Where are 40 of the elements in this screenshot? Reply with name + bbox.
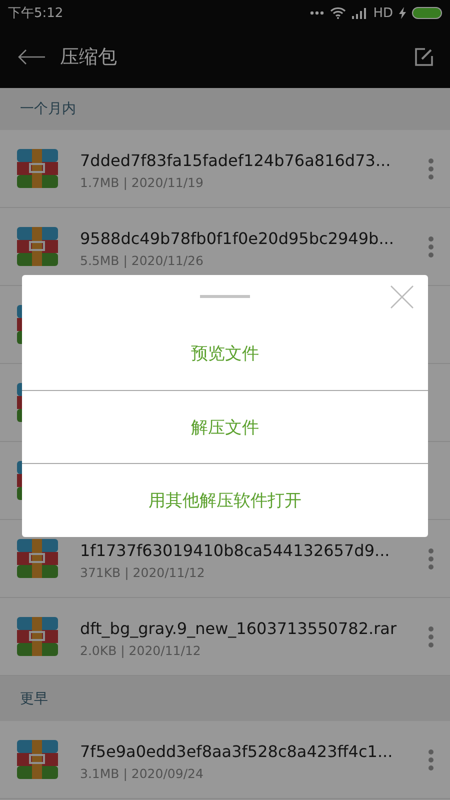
- archive-icon: [17, 149, 58, 188]
- more-icon[interactable]: [428, 748, 434, 770]
- dialog-option[interactable]: 解压文件: [22, 390, 428, 464]
- section-title: 一个月内: [20, 100, 76, 118]
- archive-icon: [17, 227, 58, 266]
- file-row[interactable]: 7f5e9a0edd3ef8aa3f528c8a423ff4c1... 3.1MB | 2020/09/24: [0, 721, 450, 799]
- wifi-icon: [330, 7, 346, 19]
- archive-icon: [17, 617, 58, 656]
- file-name: 7f5e9a0edd3ef8aa3f528c8a423ff4c1...: [80, 742, 394, 761]
- drag-handle[interactable]: [200, 295, 250, 298]
- section-title: 更早: [20, 690, 48, 708]
- file-name: 7dded7f83fa15fadef124b76a816d73...: [80, 151, 392, 170]
- file-name: 1f1737f63019410b8ca544132657d9...: [80, 541, 391, 560]
- more-icon[interactable]: [428, 158, 434, 180]
- back-button[interactable]: [18, 49, 46, 65]
- edit-button[interactable]: [414, 47, 434, 67]
- file-row[interactable]: dft_bg_gray.9_new_1603713550782.rar 2.0KB | 2020/11/12: [0, 598, 450, 676]
- page-title: 压缩包: [60, 45, 118, 70]
- file-name: 9588dc49b78fb0f1f0e20d95bc2949b...: [80, 229, 395, 248]
- more-icon[interactable]: [428, 626, 434, 648]
- file-meta: 3.1MB | 2020/09/24: [80, 766, 204, 781]
- dots-icon: [310, 11, 324, 15]
- file-row[interactable]: 7dded7f83fa15fadef124b76a816d73... 1.7MB | 2020/11/19: [0, 130, 450, 208]
- dialog-option[interactable]: 用其他解压软件打开: [22, 463, 428, 538]
- file-meta: 371KB | 2020/11/12: [80, 565, 206, 580]
- signal-icon: [352, 8, 368, 18]
- bolt-icon: [399, 7, 406, 19]
- archive-icon: [17, 539, 58, 578]
- archive-icon: [17, 740, 58, 779]
- battery-icon: [412, 7, 442, 19]
- status-time: 下午5:12: [8, 5, 64, 22]
- file-meta: 2.0KB | 2020/11/12: [80, 643, 202, 658]
- more-icon[interactable]: [428, 548, 434, 570]
- dialog-option[interactable]: 预览文件: [22, 317, 428, 390]
- file-name: dft_bg_gray.9_new_1603713550782.rar: [80, 619, 398, 638]
- network-label: HD: [373, 6, 393, 20]
- file-meta: 5.5MB | 2020/11/26: [80, 253, 204, 268]
- more-icon[interactable]: [428, 236, 434, 258]
- close-button[interactable]: [390, 285, 414, 309]
- file-meta: 1.7MB | 2020/11/19: [80, 175, 204, 190]
